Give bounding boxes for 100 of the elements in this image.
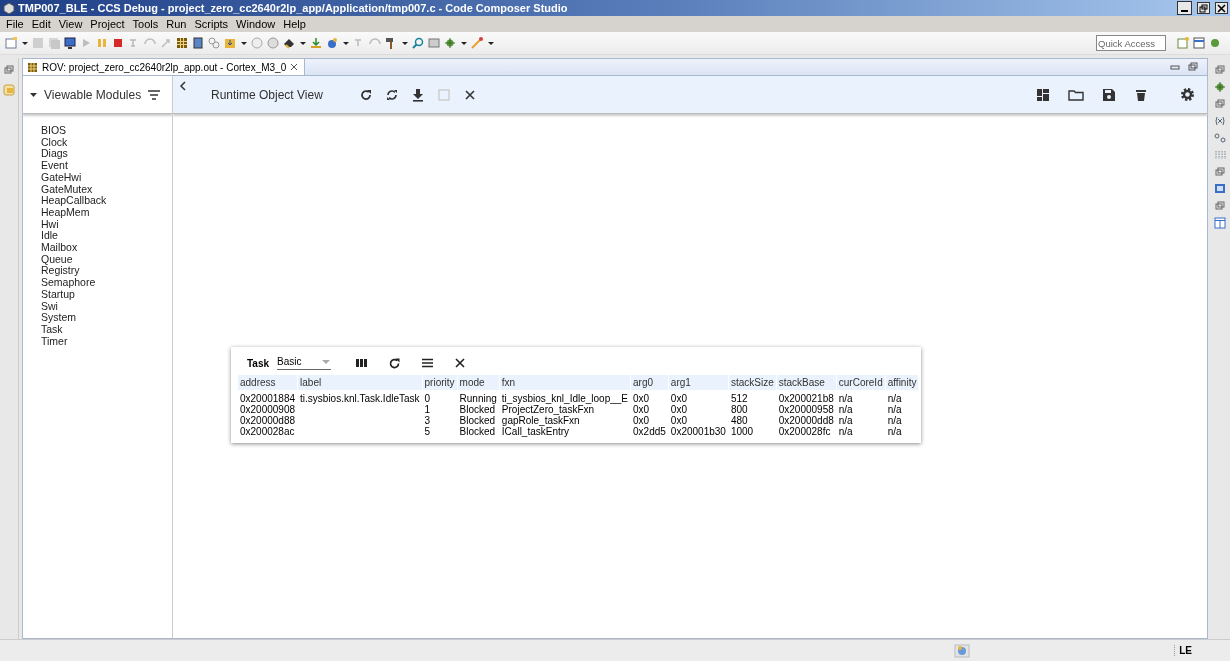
table-cell-text: Blocked	[458, 404, 497, 415]
minimize-icon	[1181, 10, 1188, 12]
close-icon[interactable]	[290, 63, 299, 71]
table-cell-text: 0x20000d88	[239, 415, 297, 426]
module-item[interactable]: Diags	[41, 148, 172, 161]
view-select[interactable]: Basic	[277, 356, 332, 370]
module-item[interactable]: System	[41, 312, 172, 324]
status-icon[interactable]	[954, 643, 971, 658]
column-header[interactable]: affinity	[885, 375, 919, 390]
console-icon[interactable]	[1214, 183, 1226, 195]
menu-item[interactable]: Run	[162, 18, 191, 30]
refresh-button[interactable]	[358, 87, 373, 102]
grid-icon[interactable]	[175, 36, 189, 50]
module-item[interactable]: Timer	[41, 335, 172, 348]
globe-icon[interactable]	[325, 36, 339, 50]
table-cell-text: n/a	[886, 392, 903, 404]
column-header[interactable]: mode	[457, 375, 499, 390]
column-header[interactable]: arg0	[631, 375, 668, 390]
table-cell-text: 480	[729, 415, 749, 426]
close-button[interactable]	[454, 357, 467, 369]
close-icon	[1217, 3, 1226, 13]
trash-icon	[1134, 87, 1148, 102]
download-button[interactable]	[410, 87, 425, 102]
column-header[interactable]: stackBase	[776, 375, 836, 390]
restore-icon[interactable]	[1214, 98, 1226, 110]
column-header[interactable]: address	[238, 375, 298, 390]
restore-icon[interactable]	[3, 64, 15, 76]
module-item[interactable]: Semaphore	[41, 277, 172, 289]
table-cell-text: n/a	[837, 426, 854, 437]
module-item[interactable]: Registry	[41, 265, 172, 278]
close-button[interactable]	[1215, 2, 1228, 14]
wand-icon[interactable]	[470, 36, 484, 50]
table-cell-text: 0x0	[632, 404, 651, 415]
refresh-icon	[388, 356, 402, 370]
column-header[interactable]: priority	[422, 375, 457, 390]
column-header[interactable]: fxn	[499, 375, 631, 390]
table-cell-text: 0x20001b30	[669, 426, 727, 437]
refresh-button[interactable]	[388, 356, 402, 370]
restore-icon[interactable]	[1214, 200, 1226, 212]
auto-refresh-button[interactable]	[384, 87, 399, 102]
column-header[interactable]: curCoreId	[836, 375, 885, 390]
filter-icon[interactable]	[147, 88, 162, 101]
variables-icon[interactable]	[1214, 115, 1226, 127]
close-button[interactable]	[462, 87, 477, 102]
settings-button[interactable]	[1180, 87, 1195, 102]
column-header[interactable]: arg1	[668, 375, 728, 390]
module-item[interactable]: Event	[41, 160, 172, 172]
module-item[interactable]: BIOS	[41, 125, 172, 137]
minimize-icon[interactable]	[1169, 62, 1181, 72]
restore-icon[interactable]	[1214, 166, 1226, 178]
dashboard-button[interactable]	[1036, 87, 1050, 102]
menu-button[interactable]	[421, 357, 435, 369]
module-item[interactable]: GateHwi	[41, 171, 172, 184]
column-header[interactable]: stackSize	[728, 375, 776, 390]
module-item[interactable]: GateMutex	[41, 183, 172, 196]
eraser-icon[interactable]	[282, 36, 296, 50]
column-header[interactable]: label	[298, 375, 422, 390]
columns-button[interactable]	[355, 357, 369, 369]
module-item[interactable]: Startup	[41, 288, 172, 301]
table-cell-text: 1	[423, 404, 432, 415]
menu-item[interactable]: Edit	[27, 18, 55, 30]
expressions-icon[interactable]	[1214, 132, 1226, 144]
maximize-icon[interactable]	[1187, 62, 1199, 72]
module-item[interactable]: Hwi	[41, 218, 172, 231]
restore-icon[interactable]	[1214, 64, 1226, 76]
table-cell-text: gapRole_taskFxn	[500, 415, 580, 426]
module-item[interactable]: Queue	[41, 253, 172, 266]
module-item[interactable]: Task	[41, 323, 172, 336]
monitor-icon[interactable]	[63, 36, 77, 50]
open-button[interactable]	[1068, 87, 1084, 102]
module-item[interactable]: HeapMem	[41, 206, 172, 219]
save-button[interactable]	[1102, 87, 1116, 102]
minimize-button[interactable]	[1177, 1, 1192, 15]
editor-tab[interactable]: ROV: project_zero_cc2640r2lp_app.out - Cortex_M3_0	[23, 59, 306, 75]
window-icon[interactable]	[1214, 217, 1226, 229]
menu-item[interactable]: Tools	[128, 18, 163, 30]
collapse-button[interactable]	[179, 81, 187, 91]
expand-arrow-icon[interactable]	[29, 90, 38, 99]
menu-item[interactable]: Window	[232, 18, 280, 30]
menu-item[interactable]: Scripts	[190, 18, 233, 30]
menu-item[interactable]: Help	[279, 18, 310, 30]
module-item[interactable]: HeapCallback	[41, 195, 172, 207]
module-item[interactable]: Swi	[41, 300, 172, 313]
download-icon[interactable]	[223, 36, 237, 50]
table-cell-text: 1000	[729, 426, 755, 437]
load-icon[interactable]	[309, 36, 323, 50]
quick-access-field[interactable]: Quick Access	[1096, 35, 1166, 51]
menu-item[interactable]: File	[2, 18, 28, 30]
module-item[interactable]: Idle	[41, 230, 172, 243]
search-icon[interactable]	[411, 36, 425, 50]
save-icon	[1102, 87, 1116, 102]
table-cell-text: ti.sysbios.knl.Task.IdleTask	[299, 392, 421, 404]
restore-button[interactable]	[1197, 2, 1210, 14]
menu-item[interactable]: View	[54, 18, 87, 30]
table-cell-text: n/a	[886, 426, 903, 437]
stop-icon[interactable]	[111, 36, 125, 50]
module-item[interactable]: Clock	[41, 136, 172, 149]
module-item[interactable]: Mailbox	[41, 242, 172, 254]
menu-item[interactable]: Project	[86, 18, 129, 30]
delete-button[interactable]	[1134, 87, 1148, 102]
